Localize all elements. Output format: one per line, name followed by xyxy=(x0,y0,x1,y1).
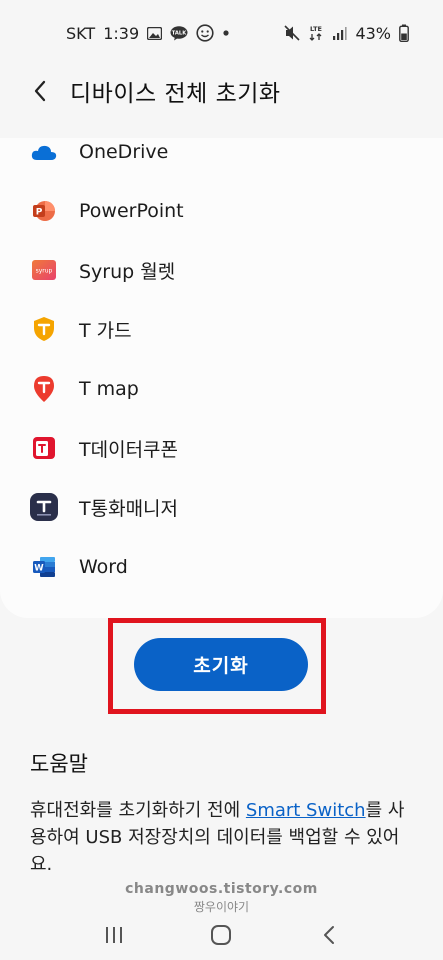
word-badge: W xyxy=(34,564,44,574)
tguard-icon xyxy=(30,315,58,343)
app-row-syrup[interactable]: syrup Syrup 월렛 xyxy=(0,242,443,298)
syrup-badge: syrup xyxy=(36,268,53,275)
network-label: LTE xyxy=(310,25,322,33)
watermark-url: changwoos.tistory.com xyxy=(125,881,318,897)
battery-icon xyxy=(399,24,409,42)
app-row-word[interactable]: W Word xyxy=(0,539,443,595)
help-text-before: 휴대전화를 초기화하기 전에 xyxy=(30,800,246,821)
back-button[interactable] xyxy=(26,73,54,109)
app-row-tcallmanager[interactable]: T통화매니저 xyxy=(0,479,443,535)
powerpoint-icon: P xyxy=(30,197,58,225)
onedrive-icon xyxy=(30,138,58,166)
app-label: T데이터쿠폰 xyxy=(79,438,179,461)
app-header: 디바이스 전체 초기화 xyxy=(0,66,443,116)
app-row-tdatacoupon[interactable]: T데이터쿠폰 xyxy=(0,420,443,476)
help-text: 휴대전화를 초기화하기 전에 Smart Switch를 사용하여 USB 저장… xyxy=(30,797,420,878)
app-label: Syrup 월렛 xyxy=(79,260,176,283)
app-label: Word xyxy=(79,556,128,578)
mute-icon xyxy=(284,25,301,41)
app-label: PowerPoint xyxy=(79,200,184,222)
carrier-label: SKT xyxy=(66,23,96,43)
home-icon xyxy=(211,925,232,945)
talk-badge-text: TALK xyxy=(172,30,187,36)
home-button[interactable] xyxy=(201,915,241,955)
status-left: SKT 1:39 TALK xyxy=(66,24,230,43)
recent-apps-button[interactable] xyxy=(94,915,134,955)
nav-back-button[interactable] xyxy=(309,915,349,955)
face-icon xyxy=(196,24,214,42)
syrup-icon: syrup xyxy=(30,256,58,284)
app-label: OneDrive xyxy=(79,141,169,163)
word-icon: W xyxy=(30,553,58,581)
app-list: OneDrive P PowerPoint syrup Syrup 월렛 T 가… xyxy=(0,138,443,618)
app-label: T 가드 xyxy=(79,319,132,342)
page-title: 디바이스 전체 초기화 xyxy=(70,81,281,107)
dot-icon xyxy=(222,29,230,37)
status-right: LTE 43% xyxy=(284,24,409,43)
signal-icon xyxy=(332,26,348,41)
recent-apps-icon xyxy=(105,927,122,943)
smart-switch-link[interactable]: Smart Switch xyxy=(246,800,366,821)
help-title: 도움말 xyxy=(30,752,88,776)
image-icon xyxy=(147,26,163,40)
nav-bar xyxy=(0,910,443,960)
app-row-tmap[interactable]: T map xyxy=(0,361,443,417)
clock: 1:39 xyxy=(103,23,140,43)
battery-percent: 43% xyxy=(355,23,391,43)
tcallmanager-icon xyxy=(30,493,58,521)
app-row-onedrive[interactable]: OneDrive xyxy=(0,138,443,180)
app-label: T map xyxy=(79,378,139,400)
reset-button[interactable]: 초기화 xyxy=(134,638,308,691)
app-label: T통화매니저 xyxy=(79,497,179,520)
chevron-left-icon xyxy=(34,80,46,102)
tmap-icon xyxy=(30,375,58,403)
tdatacoupon-icon xyxy=(30,434,58,462)
status-bar: SKT 1:39 TALK LTE 43% xyxy=(0,0,443,66)
back-icon xyxy=(324,926,335,944)
talk-icon: TALK xyxy=(170,25,188,41)
lte-icon: LTE xyxy=(308,24,324,42)
app-row-powerpoint[interactable]: P PowerPoint xyxy=(0,183,443,239)
powerpoint-badge: P xyxy=(36,208,43,218)
app-row-tguard[interactable]: T 가드 xyxy=(0,301,443,357)
